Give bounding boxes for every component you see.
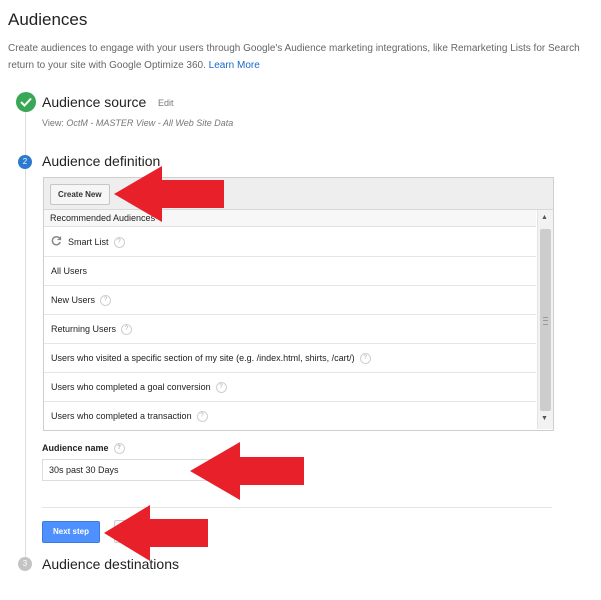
refresh-icon bbox=[51, 229, 62, 257]
next-step-button[interactable]: Next step bbox=[42, 521, 100, 543]
step-2-badge: 2 bbox=[18, 155, 32, 169]
view-label: View: bbox=[42, 118, 64, 128]
help-icon[interactable]: ? bbox=[121, 324, 133, 336]
help-icon[interactable]: ? bbox=[113, 237, 125, 249]
step-rail bbox=[25, 110, 26, 562]
list-item-label: Users who visited a specific section of … bbox=[51, 353, 355, 363]
list-item-all-users[interactable]: All Users bbox=[44, 257, 536, 286]
list-item-label: Returning Users bbox=[51, 324, 117, 334]
list-item-smart-list[interactable]: Smart List? bbox=[44, 228, 536, 257]
help-icon[interactable]: ? bbox=[215, 382, 227, 394]
help-icon[interactable]: ? bbox=[359, 353, 371, 365]
scroll-down-icon[interactable]: ▼ bbox=[541, 415, 548, 422]
annotation-arrow-icon bbox=[190, 442, 304, 500]
intro-line-2: return to your site with Google Optimize… bbox=[8, 60, 206, 71]
list-item-label: New Users bbox=[51, 295, 96, 305]
list-item-new-users[interactable]: New Users? bbox=[44, 286, 536, 315]
list-item-goal-conversion[interactable]: Users who completed a goal conversion? bbox=[44, 373, 536, 402]
list-item-label: Users who completed a goal conversion bbox=[51, 382, 211, 392]
scroll-thumb[interactable] bbox=[540, 229, 551, 411]
learn-more-link[interactable]: Learn More bbox=[209, 60, 260, 71]
scroll-up-icon[interactable]: ▲ bbox=[541, 214, 548, 221]
step-audience-source-title: Audience source bbox=[42, 94, 147, 110]
audience-name-label: Audience name? bbox=[42, 443, 125, 455]
list-item-label: All Users bbox=[51, 266, 88, 276]
list-item-transaction[interactable]: Users who completed a transaction? bbox=[44, 402, 536, 431]
grip-icon bbox=[543, 317, 548, 325]
edit-source-link[interactable]: Edit bbox=[158, 98, 174, 108]
create-new-button[interactable]: Create New bbox=[50, 184, 110, 205]
annotation-arrow-icon bbox=[114, 166, 224, 222]
list-item-label: Users who completed a transaction bbox=[51, 411, 192, 421]
annotation-arrow-icon bbox=[104, 505, 208, 561]
intro-text: Create audiences to engage with your use… bbox=[8, 40, 601, 74]
audience-name-label-text: Audience name bbox=[42, 443, 109, 453]
list-item-label: Smart List bbox=[68, 237, 109, 247]
list-item-returning-users[interactable]: Returning Users? bbox=[44, 315, 536, 344]
list-item-visited-section[interactable]: Users who visited a specific section of … bbox=[44, 344, 536, 373]
help-icon[interactable]: ? bbox=[100, 295, 112, 307]
help-icon[interactable]: ? bbox=[196, 411, 208, 423]
view-info: View: OctM - MASTER View - All Web Site … bbox=[42, 118, 233, 128]
intro-line-1: Create audiences to engage with your use… bbox=[8, 43, 580, 54]
page-title: Audiences bbox=[8, 10, 88, 29]
view-value: OctM - MASTER View - All Web Site Data bbox=[66, 118, 234, 128]
step-3-badge: 3 bbox=[18, 557, 32, 571]
list-scrollbar[interactable]: ▲ ▼ bbox=[537, 210, 553, 429]
help-icon[interactable]: ? bbox=[113, 443, 125, 455]
check-icon bbox=[16, 92, 36, 112]
